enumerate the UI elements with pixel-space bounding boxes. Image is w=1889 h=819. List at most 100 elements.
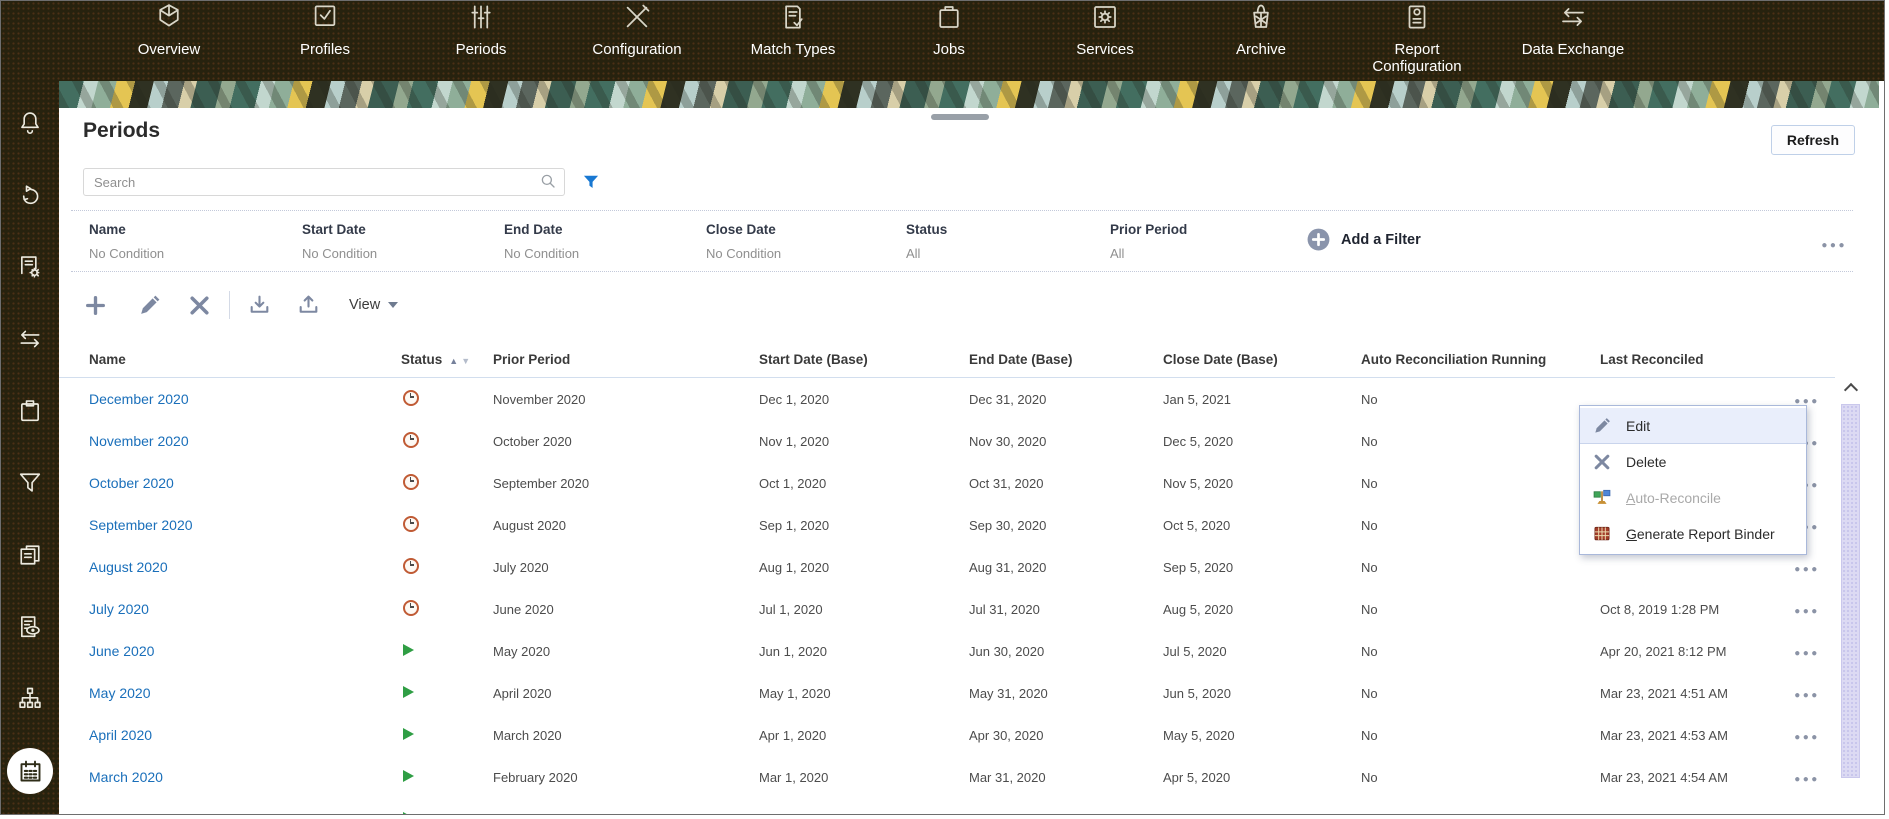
table-row[interactable]: June 2020 May 2020 Jun 1, 2020 Jun 30, 2… <box>59 630 1835 672</box>
period-name-link[interactable]: February 2020 <box>89 811 180 815</box>
period-name-link[interactable]: March 2020 <box>89 769 163 785</box>
sidebar-item-documents[interactable] <box>16 541 44 569</box>
column-header-last-reconciled[interactable]: Last Reconciled <box>1600 352 1787 367</box>
gear-box-icon <box>1090 2 1120 32</box>
column-header-start-date-base[interactable]: Start Date (Base) <box>759 352 969 367</box>
nav-item-overview[interactable]: Overview <box>91 1 247 58</box>
magnifier-icon[interactable] <box>539 172 557 190</box>
sort-descending-icon[interactable]: ▼ <box>461 356 470 366</box>
menu-item-generate-report-binder[interactable]: Generate Report Binder <box>1580 516 1806 552</box>
filter-field-close-date[interactable]: Close Date No Condition <box>706 211 781 261</box>
status-open-icon <box>403 770 414 782</box>
table-row[interactable]: October 2020 September 2020 Oct 1, 2020 … <box>59 462 1835 504</box>
end-date-cell: Aug 31, 2020 <box>969 560 1163 575</box>
export-button[interactable] <box>296 293 321 318</box>
scrollbar-thumb[interactable] <box>1841 404 1860 778</box>
table-row[interactable]: February 2020 January 2020 Feb 1, 2020 F… <box>59 798 1835 815</box>
column-header-auto-reconciliation-running[interactable]: Auto Reconciliation Running <box>1361 352 1600 367</box>
period-name-link[interactable]: June 2020 <box>89 643 154 659</box>
nav-item-data-exchange[interactable]: Data Exchange <box>1495 1 1651 58</box>
sidebar-item-document-view[interactable] <box>16 613 44 641</box>
view-menu-button[interactable]: View <box>343 296 404 314</box>
row-actions-ellipsis-icon[interactable]: ●●● <box>1787 728 1827 743</box>
row-actions-ellipsis-icon[interactable]: ●●● <box>1787 770 1827 785</box>
filter-field-start-date[interactable]: Start Date No Condition <box>302 211 377 261</box>
last-reconciled-cell: Mar 23, 2021 4:54 AM <box>1600 770 1787 785</box>
table-row[interactable]: August 2020 July 2020 Aug 1, 2020 Aug 31… <box>59 546 1835 588</box>
period-name-link[interactable]: August 2020 <box>89 559 168 575</box>
table-row[interactable]: April 2020 March 2020 Apr 1, 2020 Apr 30… <box>59 714 1835 756</box>
sidebar-item-hierarchy[interactable] <box>16 685 44 713</box>
period-name-link[interactable]: September 2020 <box>89 517 193 533</box>
row-actions-ellipsis-icon[interactable]: ●●● <box>1787 686 1827 701</box>
table-row[interactable]: December 2020 November 2020 Dec 1, 2020 … <box>59 378 1835 420</box>
table-body: December 2020 November 2020 Dec 1, 2020 … <box>59 378 1835 815</box>
period-name-link[interactable]: November 2020 <box>89 433 189 449</box>
period-name-link[interactable]: July 2020 <box>89 601 149 617</box>
column-header-status[interactable]: Status▲▼ <box>401 352 493 367</box>
close-date-cell: May 5, 2020 <box>1163 728 1361 743</box>
column-header-name[interactable]: Name <box>89 352 401 367</box>
table-row[interactable]: May 2020 April 2020 May 1, 2020 May 31, … <box>59 672 1835 714</box>
nav-item-match-types[interactable]: Match Types <box>715 1 871 58</box>
nav-item-report-configuration[interactable]: Report Configuration <box>1339 1 1495 75</box>
search-input[interactable] <box>83 168 565 196</box>
filter-bar: Name No Condition Start Date No Conditio… <box>71 210 1853 272</box>
edit-period-button[interactable] <box>137 293 162 318</box>
period-name-link[interactable]: December 2020 <box>89 391 189 407</box>
nav-item-configuration[interactable]: Configuration <box>559 1 715 58</box>
status-clock-icon <box>403 600 419 616</box>
menu-item-edit[interactable]: Edit <box>1580 408 1806 444</box>
document-check-icon <box>778 2 808 32</box>
filter-field-status[interactable]: Status All <box>906 211 947 261</box>
nav-item-archive[interactable]: Archive <box>1183 1 1339 58</box>
period-name-link[interactable]: April 2020 <box>89 727 152 743</box>
table-row[interactable]: November 2020 October 2020 Nov 1, 2020 N… <box>59 420 1835 462</box>
nav-item-label: Overview <box>138 41 201 58</box>
table-row[interactable]: July 2020 June 2020 Jul 1, 2020 Jul 31, … <box>59 588 1835 630</box>
filter-overflow-ellipsis-icon[interactable]: ●●● <box>1815 235 1853 252</box>
close-date-cell: Sep 5, 2020 <box>1163 560 1361 575</box>
filter-field-name[interactable]: Name No Condition <box>89 211 164 261</box>
close-date-cell: Jan 5, 2021 <box>1163 392 1361 407</box>
period-name-link[interactable]: October 2020 <box>89 475 174 491</box>
row-actions-ellipsis-icon[interactable]: ●●● <box>1787 644 1827 659</box>
sidebar-item-document-gear[interactable] <box>16 253 44 281</box>
column-header-prior-period[interactable]: Prior Period <box>493 352 759 367</box>
menu-item-delete[interactable]: Delete <box>1580 444 1806 480</box>
filter-funnel-icon[interactable] <box>581 172 601 192</box>
panel-drag-handle[interactable] <box>931 114 989 120</box>
row-actions-ellipsis-icon[interactable]: ●●● <box>1787 560 1827 575</box>
delete-period-button[interactable] <box>187 293 212 318</box>
filter-field-end-date[interactable]: End Date No Condition <box>504 211 579 261</box>
add-period-button[interactable] <box>83 293 108 318</box>
end-date-cell: Apr 30, 2020 <box>969 728 1163 743</box>
nav-item-profiles[interactable]: Profiles <box>247 1 403 58</box>
table-row[interactable]: September 2020 August 2020 Sep 1, 2020 S… <box>59 504 1835 546</box>
row-actions-ellipsis-icon[interactable]: ●●● <box>1787 812 1827 816</box>
close-date-cell: Mar 5, 2020 <box>1163 812 1361 816</box>
column-header-close-date-base[interactable]: Close Date (Base) <box>1163 352 1361 367</box>
column-header-end-date-base[interactable]: End Date (Base) <box>969 352 1163 367</box>
period-name-link[interactable]: May 2020 <box>89 685 150 701</box>
nav-item-services[interactable]: Services <box>1027 1 1183 58</box>
sidebar-item-reconcile[interactable] <box>16 181 44 209</box>
add-filter-button[interactable]: Add a Filter <box>1306 227 1421 252</box>
start-date-cell: Mar 1, 2020 <box>759 770 969 785</box>
status-open-icon <box>403 644 414 656</box>
row-actions-ellipsis-icon[interactable]: ●●● <box>1787 602 1827 617</box>
sidebar-item-calendar[interactable] <box>7 748 53 794</box>
table-row[interactable]: March 2020 February 2020 Mar 1, 2020 Mar… <box>59 756 1835 798</box>
refresh-button[interactable]: Refresh <box>1771 125 1855 155</box>
sidebar-item-bell[interactable] <box>16 109 44 137</box>
nav-item-jobs[interactable]: Jobs <box>871 1 1027 58</box>
import-button[interactable] <box>247 293 272 318</box>
sort-ascending-icon[interactable]: ▲ <box>449 356 458 366</box>
sidebar-item-clipboard[interactable] <box>16 397 44 425</box>
nav-item-periods[interactable]: Periods <box>403 1 559 58</box>
plus-circle-icon <box>1306 227 1331 252</box>
filter-field-prior-period[interactable]: Prior Period All <box>1110 211 1187 261</box>
sidebar-item-transfer[interactable] <box>16 325 44 353</box>
scroll-up-icon[interactable] <box>1841 380 1860 396</box>
sidebar-item-filter[interactable] <box>16 469 44 497</box>
